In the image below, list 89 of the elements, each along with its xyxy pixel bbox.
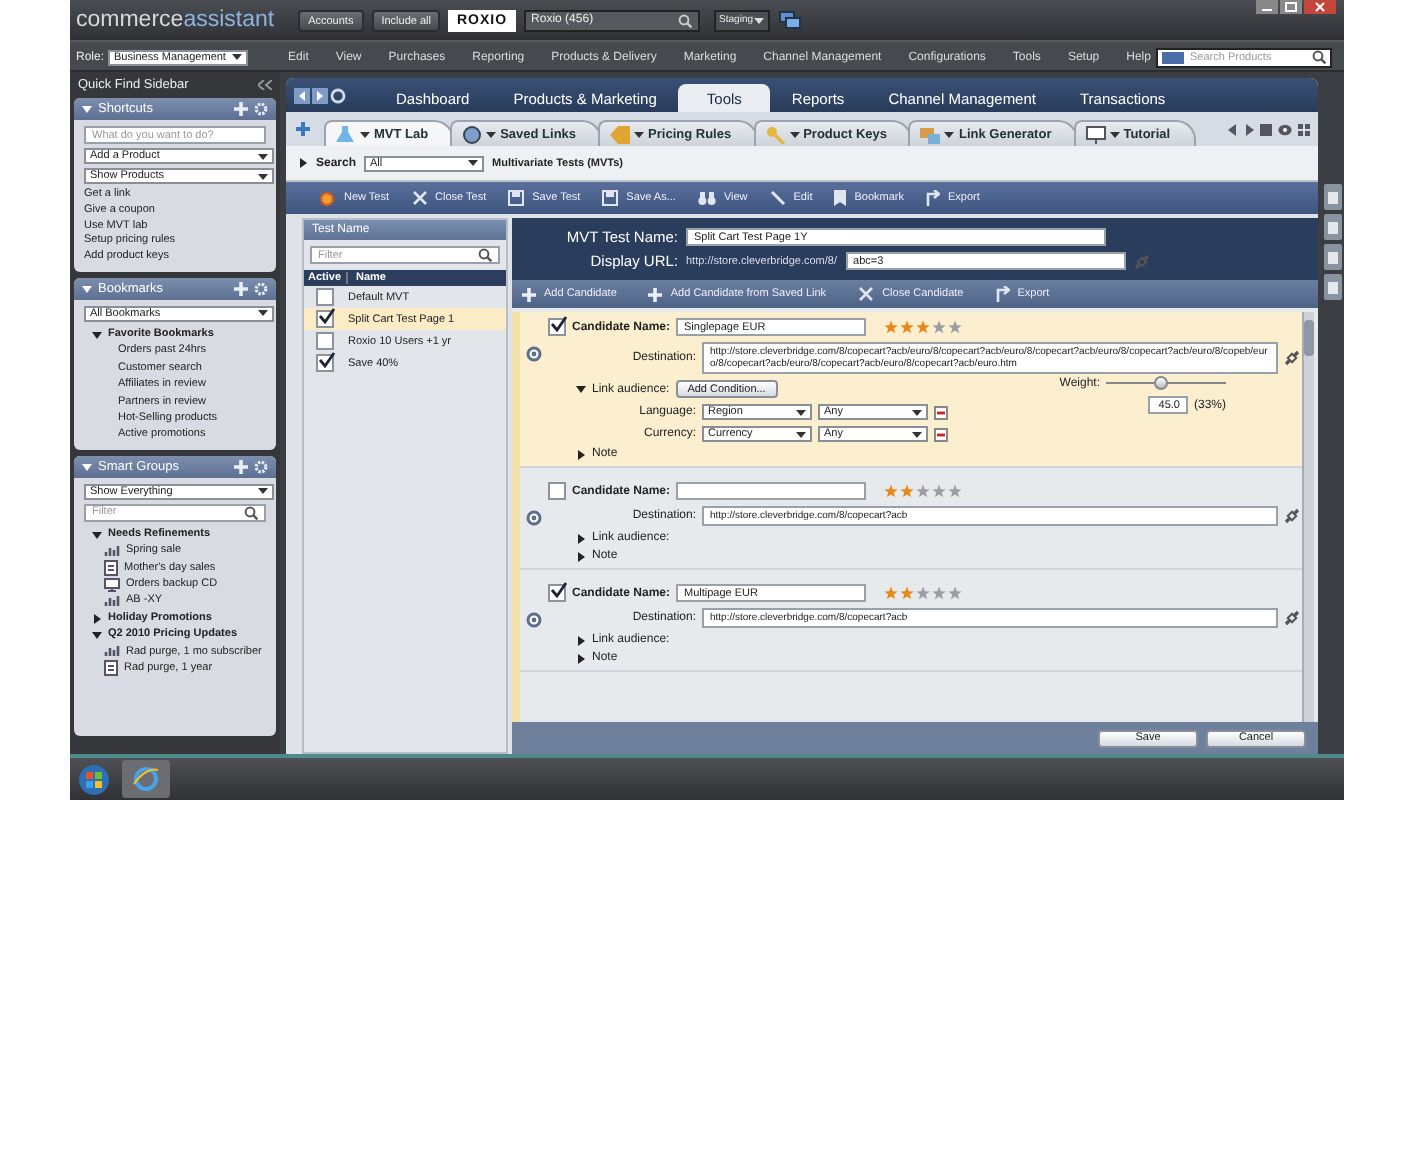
add-icon[interactable] [234, 102, 248, 116]
caret-icon [944, 131, 955, 137]
add-icon[interactable] [234, 459, 248, 474]
monitor-icon [1085, 125, 1106, 143]
app-logo: commerceassistant [76, 8, 275, 32]
search-icon [478, 248, 492, 262]
link-icon[interactable] [1284, 508, 1300, 524]
caret-icon [360, 131, 370, 137]
checkbox[interactable] [548, 318, 566, 336]
expand-arrow-icon[interactable] [576, 449, 586, 459]
minimize-icon[interactable] [1256, 0, 1278, 14]
window-icon[interactable] [1260, 123, 1272, 135]
caret-icon [796, 431, 806, 437]
key-icon [765, 125, 786, 143]
collapse-icon[interactable] [258, 80, 272, 90]
expand-arrow-icon[interactable] [576, 551, 586, 561]
caret-icon [232, 54, 243, 60]
caret-icon [912, 409, 922, 415]
scroll-right-icon[interactable] [1244, 123, 1254, 135]
caret-icon [789, 131, 800, 137]
caret-icon [912, 431, 922, 437]
candidate-name-field[interactable] [676, 482, 867, 500]
remove-icon[interactable] [934, 427, 948, 441]
close-icon [858, 286, 875, 302]
checkbox[interactable] [548, 482, 566, 500]
globe-icon [462, 125, 483, 143]
eye-icon[interactable] [1278, 123, 1292, 135]
weight-slider[interactable] [1106, 376, 1226, 390]
monitor-icon [104, 577, 120, 592]
expand-arrow-icon[interactable] [92, 613, 102, 624]
export-icon [926, 190, 941, 206]
timeline-node-icon [526, 510, 542, 526]
link-icon[interactable] [1284, 350, 1300, 366]
scroll-left-icon[interactable] [1228, 123, 1238, 135]
menu-icon[interactable] [330, 87, 346, 103]
slider-thumb[interactable] [1153, 376, 1167, 390]
export-icon [995, 286, 1010, 302]
close-icon [411, 190, 428, 206]
forward-icon[interactable] [312, 87, 328, 103]
checkbox[interactable] [548, 584, 566, 602]
expand-arrow-icon[interactable] [576, 635, 586, 645]
browser-icon[interactable] [122, 760, 170, 798]
caret-icon [753, 17, 764, 23]
add-icon[interactable] [234, 281, 248, 296]
maximize-icon[interactable] [1280, 0, 1302, 14]
caret-icon [634, 131, 645, 137]
paint-icon [920, 125, 941, 143]
caret-icon [258, 310, 268, 317]
caret-icon [258, 173, 268, 179]
binoculars-icon [697, 191, 716, 205]
expand-arrow-icon[interactable] [576, 533, 586, 543]
caret-icon [258, 488, 268, 495]
caret-icon [258, 153, 268, 159]
checkbox[interactable] [316, 288, 334, 306]
bookmark-icon [834, 190, 847, 206]
search-icon [677, 13, 692, 27]
expand-arrow-icon[interactable] [576, 653, 586, 663]
grid-icon[interactable] [1298, 123, 1310, 135]
timeline-node-icon [526, 612, 542, 628]
plus-icon[interactable] [648, 287, 663, 301]
link-icon[interactable] [1284, 610, 1300, 626]
checkbox[interactable] [316, 310, 334, 328]
add-tab-icon[interactable] [294, 120, 312, 138]
expand-arrow-icon[interactable] [298, 158, 308, 168]
collapse-arrow-icon[interactable] [92, 329, 102, 340]
checkbox[interactable] [316, 332, 334, 350]
remove-icon[interactable] [934, 405, 948, 419]
checkbox[interactable] [316, 354, 334, 372]
gear-icon [318, 189, 336, 207]
pen-icon [769, 190, 786, 206]
back-icon[interactable] [294, 87, 310, 103]
collapse-arrow-icon[interactable] [576, 384, 586, 394]
caret-icon [486, 131, 497, 137]
settings-icon[interactable] [254, 281, 268, 296]
caret-icon [796, 409, 806, 415]
collapse-arrow-icon[interactable] [92, 529, 102, 540]
settings-icon[interactable] [254, 459, 268, 474]
collapse-arrow-icon[interactable] [92, 629, 102, 640]
caret-icon [1109, 131, 1120, 137]
settings-icon[interactable] [254, 102, 268, 116]
search-icon [1312, 50, 1326, 64]
scrollbar[interactable] [1302, 312, 1314, 722]
timeline-node-icon [526, 346, 542, 362]
windows-icon[interactable] [777, 10, 802, 30]
caret-icon [468, 160, 479, 166]
close-icon[interactable] [1304, 0, 1336, 14]
start-button-icon[interactable] [78, 763, 110, 795]
search-icon [244, 505, 258, 520]
plus-icon[interactable] [522, 287, 536, 301]
